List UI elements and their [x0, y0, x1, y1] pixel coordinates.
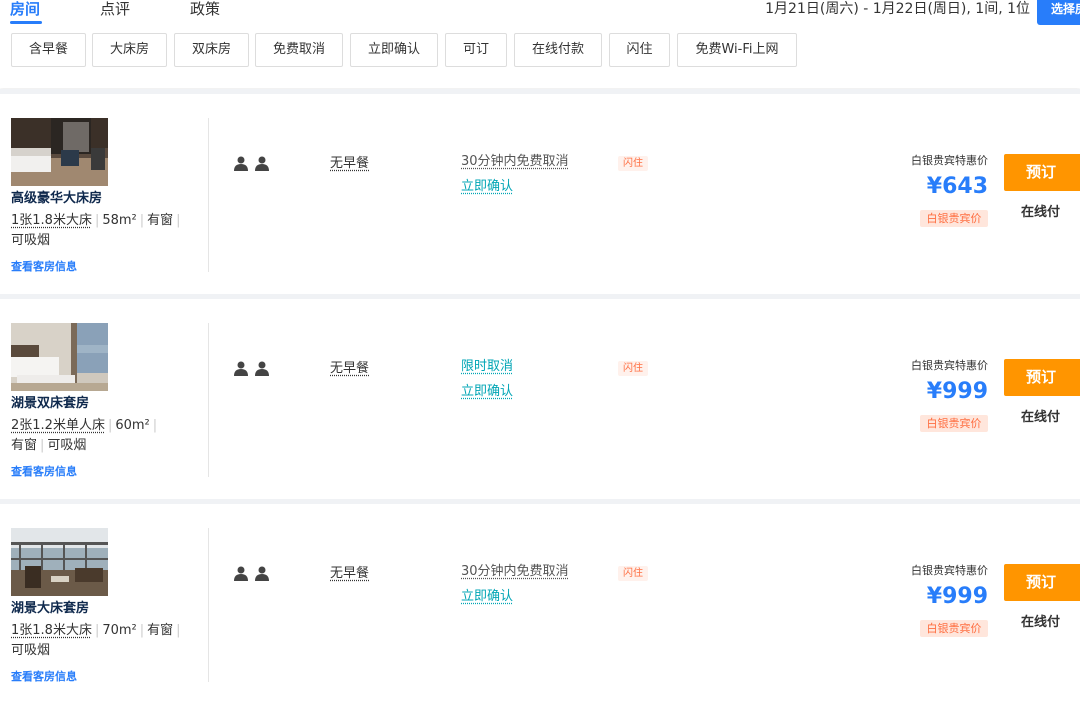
book-button[interactable]: 预订 [1004, 564, 1080, 601]
book-button[interactable]: 预订 [1004, 154, 1080, 191]
smoking-info: 可吸烟 [47, 438, 87, 453]
filter-king-bed[interactable]: 大床房 [92, 33, 167, 67]
instant-confirm[interactable]: 立即确认 [461, 178, 513, 196]
room-name: 高级豪华大床房 [11, 191, 103, 206]
room-name: 湖景双床套房 [11, 396, 90, 411]
tab-rooms[interactable]: 房间 [10, 0, 40, 18]
member-price-tag: 白银贵宾价 [920, 620, 988, 637]
filter-breakfast[interactable]: 含早餐 [11, 33, 86, 67]
two-guests-icon [234, 566, 269, 581]
room-specs: 1张1.8米大床 | 58m² | 有窗 | 可吸烟 [11, 213, 181, 248]
room-specs: 1张1.8米大床 | 70m² | 有窗 | 可吸烟 [11, 623, 181, 658]
room-area: 58m² [102, 213, 137, 228]
room-card: 湖景双床套房 2张1.2米单人床 | 60m² | 有窗 | 可吸烟 查看客房信息 无早餐 … [0, 299, 1080, 499]
flash-stay-badge: 闪住 [618, 361, 648, 376]
price-label: 白银贵宾特惠价 [911, 154, 988, 167]
payment-type: 在线付 [1021, 615, 1061, 630]
payment-type: 在线付 [1021, 410, 1061, 425]
stay-info: 1月21日(周六) - 1月22日(周日), 1间, 1位 [765, 1, 1030, 17]
view-room-info-link[interactable]: 查看客房信息 [11, 463, 77, 479]
active-tab-indicator [10, 21, 42, 24]
smoking-info: 可吸烟 [11, 233, 51, 248]
two-guests-icon [234, 361, 269, 376]
filter-free-wifi[interactable]: 免费Wi-Fi上网 [677, 33, 797, 67]
room-card: 高级豪华大床房 1张1.8米大床 | 58m² | 有窗 | 可吸烟 查看客房信息 无早餐 … [0, 94, 1080, 294]
filter-bookable[interactable]: 可订 [445, 33, 507, 67]
top-nav: 房间 点评 政策 1月21日(周六) - 1月22日(周日), 1间, 1位 选… [0, 0, 1080, 26]
room-price: ¥643 [926, 174, 988, 199]
filter-free-cancel[interactable]: 免费取消 [255, 33, 343, 67]
filter-twin-bed[interactable]: 双床房 [174, 33, 249, 67]
room-area: 70m² [102, 623, 137, 638]
filter-instant-confirm[interactable]: 立即确认 [350, 33, 438, 67]
filter-bar: 含早餐 大床房 双床房 免费取消 立即确认 可订 在线付款 闪住 免费Wi-Fi… [0, 26, 1080, 88]
cancel-policy[interactable]: 限时取消 [461, 358, 513, 376]
room-photo[interactable] [11, 118, 108, 186]
breakfast-info[interactable]: 无早餐 [330, 565, 369, 583]
window-info: 有窗 [147, 623, 174, 638]
select-room-button[interactable]: 选择房 [1037, 0, 1080, 25]
cancel-policy[interactable]: 30分钟内免费取消 [461, 153, 569, 171]
room-price: ¥999 [926, 584, 988, 609]
column-divider [208, 528, 209, 682]
flash-stay-badge: 闪住 [618, 566, 648, 581]
book-button[interactable]: 预订 [1004, 359, 1080, 396]
two-guests-icon [234, 156, 269, 171]
bed-type[interactable]: 2张1.2米单人床 [11, 418, 105, 433]
view-room-info-link[interactable]: 查看客房信息 [11, 258, 77, 274]
room-name: 湖景大床套房 [11, 601, 90, 616]
bed-type[interactable]: 1张1.8米大床 [11, 213, 92, 228]
column-divider [208, 118, 209, 272]
view-room-info-link[interactable]: 查看客房信息 [11, 668, 77, 684]
room-price: ¥999 [926, 379, 988, 404]
price-label: 白银贵宾特惠价 [911, 359, 988, 372]
member-price-tag: 白银贵宾价 [920, 210, 988, 227]
price-label: 白银贵宾特惠价 [911, 564, 988, 577]
member-price-tag: 白银贵宾价 [920, 415, 988, 432]
cancel-policy[interactable]: 30分钟内免费取消 [461, 563, 569, 581]
tab-policy[interactable]: 政策 [190, 0, 220, 18]
flash-stay-badge: 闪住 [618, 156, 648, 171]
instant-confirm[interactable]: 立即确认 [461, 588, 513, 606]
bed-type[interactable]: 1张1.8米大床 [11, 623, 92, 638]
breakfast-info[interactable]: 无早餐 [330, 360, 369, 378]
filter-online-pay[interactable]: 在线付款 [514, 33, 602, 67]
payment-type: 在线付 [1021, 205, 1061, 220]
column-divider [208, 323, 209, 477]
room-area: 60m² [115, 418, 150, 433]
window-info: 有窗 [11, 438, 38, 453]
breakfast-info[interactable]: 无早餐 [330, 155, 369, 173]
instant-confirm[interactable]: 立即确认 [461, 383, 513, 401]
window-info: 有窗 [147, 213, 174, 228]
tab-reviews[interactable]: 点评 [100, 0, 130, 18]
room-photo[interactable] [11, 323, 108, 391]
room-specs: 2张1.2米单人床 | 60m² | 有窗 | 可吸烟 [11, 418, 158, 453]
filter-flash-stay[interactable]: 闪住 [609, 33, 670, 67]
room-photo[interactable] [11, 528, 108, 596]
room-card: 湖景大床套房 1张1.8米大床 | 70m² | 有窗 | 可吸烟 查看客房信息 无早餐 3… [0, 504, 1080, 704]
